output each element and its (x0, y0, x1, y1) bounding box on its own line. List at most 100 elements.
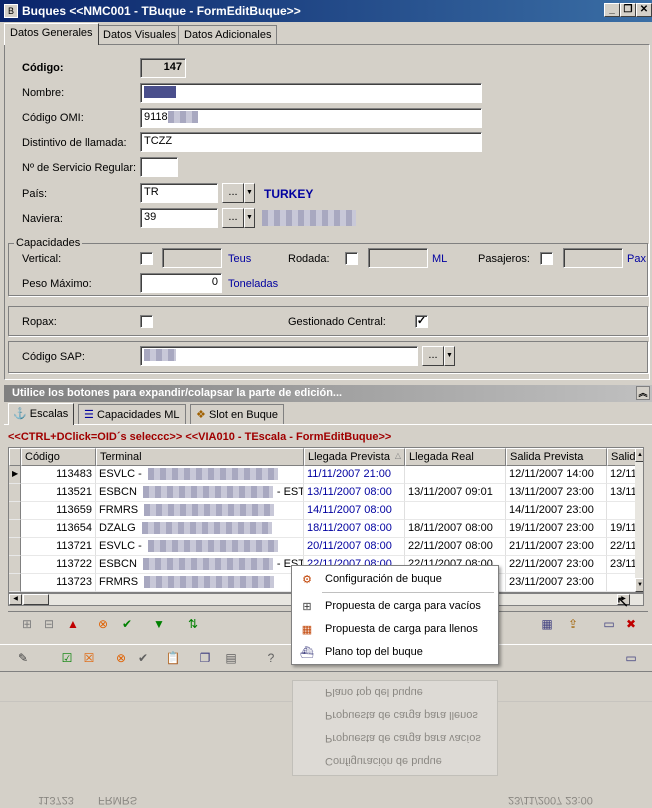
layout-icon[interactable]: ▭ (622, 649, 640, 667)
help-icon[interactable]: ? (262, 649, 280, 667)
row-indicator[interactable] (9, 520, 21, 538)
grid-cell-salida[interactable]: 19/11 (607, 520, 637, 538)
scroll-thumb[interactable] (23, 594, 49, 605)
column-header-llegada-real[interactable]: Llegada Real (405, 448, 506, 466)
row-indicator[interactable] (9, 484, 21, 502)
naviera-input[interactable]: 39 (140, 208, 218, 228)
grid-cell-llegada-real[interactable] (405, 502, 506, 520)
menu-item-carga-vacios[interactable]: ⊞ Propuesta de carga para vacíos (292, 596, 498, 618)
grid-cell-salida[interactable]: 22/11 (607, 538, 637, 556)
pasajeros-checkbox[interactable] (540, 252, 553, 265)
edit-icon[interactable]: ✎ (14, 649, 32, 667)
pais-browse-button[interactable]: ... (222, 183, 244, 203)
grid-cell-salida[interactable] (607, 574, 637, 592)
move-up-icon[interactable]: ▲ (64, 615, 82, 633)
menu-item-configuracion[interactable]: ⚙ Configuración de buque (292, 569, 498, 591)
gestionado-checkbox[interactable]: ✓ (415, 315, 428, 328)
copy-icon[interactable]: ❐ (196, 649, 214, 667)
close-grid-icon[interactable]: ✖ (622, 615, 640, 633)
column-header-codigo[interactable]: Código (21, 448, 96, 466)
document-icon[interactable]: ▤ (222, 649, 240, 667)
tab-capacidades-ml[interactable]: ☰ Capacidades ML (78, 404, 186, 424)
column-header-salida[interactable]: Salida (607, 448, 637, 466)
collapse-chevron-icon[interactable]: ︽ (636, 386, 650, 400)
distintivo-input[interactable]: TCZZ (140, 132, 482, 152)
grid-cell-terminal[interactable]: ESBCN - EST (96, 484, 304, 502)
sap-input[interactable] (140, 346, 418, 366)
menu-item-carga-llenos[interactable]: ▦ Propuesta de carga para llenos (292, 619, 498, 641)
grid-cell-terminal[interactable]: ESVLC - (96, 466, 304, 484)
minimize-button[interactable]: _ (604, 3, 620, 17)
clipboard-icon[interactable]: 📋 (164, 649, 182, 667)
naviera-dropdown-button[interactable]: ▼ (244, 208, 255, 228)
grid-cell-salida[interactable]: 23/11 (607, 556, 637, 574)
grid-cell-salida-prevista[interactable]: 22/11/2007 23:00 (506, 556, 607, 574)
grid-cell-llegada-prevista[interactable]: 18/11/2007 08:00 (304, 520, 405, 538)
grid-cell-salida[interactable]: 12/11 (607, 466, 637, 484)
tab-slot-en-buque[interactable]: ❖ Slot en Buque (190, 404, 285, 424)
tab-datos-adicionales[interactable]: Datos Adicionales (178, 25, 278, 45)
ruler-icon[interactable]: ▭ (600, 615, 618, 633)
sap-dropdown-button[interactable]: ▼ (444, 346, 455, 366)
add-row-icon[interactable]: ⊞ (18, 615, 36, 633)
calendar-icon[interactable]: ▦ (538, 615, 556, 633)
grid-cell-llegada-real[interactable]: 22/11/2007 08:00 (405, 538, 506, 556)
grid-cell-codigo[interactable]: 113654 (21, 520, 96, 538)
grid-cell-salida-prevista[interactable]: 13/11/2007 23:00 (506, 484, 607, 502)
tab-datos-generales[interactable]: Datos Generales (4, 23, 99, 45)
vertical-checkbox[interactable] (140, 252, 153, 265)
row-indicator[interactable] (9, 556, 21, 574)
export-icon[interactable]: ⇪ (564, 615, 582, 633)
vertical-scrollbar[interactable]: ▲ ▼ (635, 448, 643, 592)
grid-cell-terminal[interactable]: ESVLC - (96, 538, 304, 556)
menu-item-plano-top[interactable]: ⛴ Plano top del buque (292, 642, 498, 664)
row-indicator[interactable] (9, 502, 21, 520)
grid-cell-salida[interactable]: 13/11 (607, 484, 637, 502)
scroll-left-button[interactable]: ◀ (9, 594, 22, 605)
check-icon[interactable]: ✔ (134, 649, 152, 667)
grid-cell-salida-prevista[interactable]: 23/11/2007 23:00 (506, 574, 607, 592)
grid-cell-salida-prevista[interactable]: 14/11/2007 23:00 (506, 502, 607, 520)
naviera-browse-button[interactable]: ... (222, 208, 244, 228)
grid-cell-terminal[interactable]: FRMRS (96, 574, 304, 592)
pais-input[interactable]: TR (140, 183, 218, 203)
cancel-icon[interactable]: ⊗ (94, 615, 112, 633)
restore-button[interactable]: ❐ (620, 3, 636, 17)
servicio-input[interactable] (140, 157, 178, 177)
column-header-terminal[interactable]: Terminal (96, 448, 304, 466)
accept-icon[interactable]: ☑ (58, 649, 76, 667)
grid-cell-codigo[interactable]: 113723 (21, 574, 96, 592)
rodada-checkbox[interactable] (345, 252, 358, 265)
reject-icon[interactable]: ☒ (80, 649, 98, 667)
grid-cell-terminal[interactable]: ESBCN - EST (96, 556, 304, 574)
grid-cell-llegada-prevista[interactable]: 11/11/2007 21:00 (304, 466, 405, 484)
grid-cell-codigo[interactable]: 113721 (21, 538, 96, 556)
column-header-llegada-prevista[interactable]: Llegada Prevista △ (304, 448, 405, 466)
remove-row-icon[interactable]: ⊟ (40, 615, 58, 633)
cancel-edit-icon[interactable]: ⊗ (112, 649, 130, 667)
grid-cell-llegada-prevista[interactable]: 14/11/2007 08:00 (304, 502, 405, 520)
grid-cell-salida[interactable] (607, 502, 637, 520)
row-indicator[interactable]: ▶ (9, 466, 21, 484)
row-indicator[interactable] (9, 538, 21, 556)
scroll-down-button[interactable]: ▼ (635, 578, 643, 592)
tab-datos-visuales[interactable]: Datos Visuales (97, 25, 183, 45)
scroll-up-button[interactable]: ▲ (635, 448, 643, 462)
grid-cell-salida-prevista[interactable]: 19/11/2007 23:00 (506, 520, 607, 538)
grid-cell-llegada-prevista[interactable]: 13/11/2007 08:00 (304, 484, 405, 502)
grid-cell-codigo[interactable]: 113483 (21, 466, 96, 484)
ropax-checkbox[interactable] (140, 315, 153, 328)
grid-cell-llegada-real[interactable]: 13/11/2007 09:01 (405, 484, 506, 502)
tab-escalas[interactable]: ⚓ Escalas (8, 403, 75, 425)
grid-cell-terminal[interactable]: FRMRS (96, 502, 304, 520)
pais-dropdown-button[interactable]: ▼ (244, 183, 255, 203)
column-header-salida-prevista[interactable]: Salida Prevista (506, 448, 607, 466)
confirm-icon[interactable]: ✔ (118, 615, 136, 633)
filter-icon[interactable]: ▼ (150, 615, 168, 633)
grid-cell-codigo[interactable]: 113521 (21, 484, 96, 502)
grid-cell-llegada-real[interactable]: 18/11/2007 08:00 (405, 520, 506, 538)
grid-cell-codigo[interactable]: 113722 (21, 556, 96, 574)
nombre-input[interactable] (140, 83, 482, 103)
grid-cell-terminal[interactable]: DZALG (96, 520, 304, 538)
grid-cell-llegada-real[interactable] (405, 466, 506, 484)
